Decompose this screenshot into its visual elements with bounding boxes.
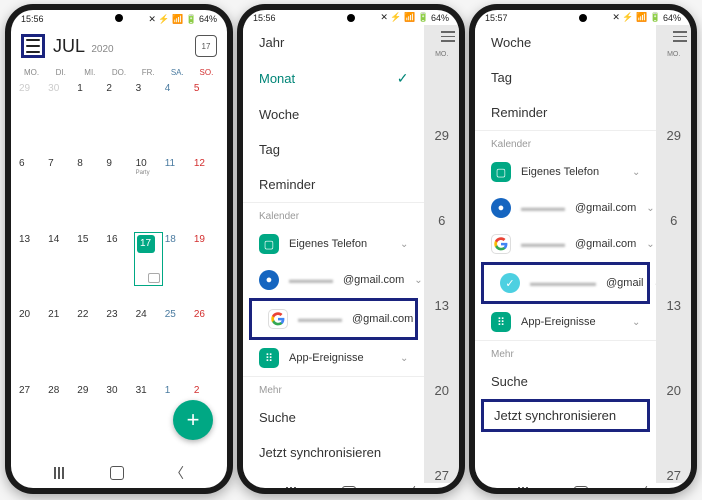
today-button[interactable]: 17	[195, 35, 217, 57]
camera-dot	[347, 14, 355, 22]
menu-icon[interactable]	[441, 31, 455, 42]
phone-drawer-1: 15:56✕ ⚡ 📶 🔋64% Jahr Monat✓ Woche Tag Re…	[237, 4, 465, 494]
date-column: MO. 296132027	[424, 25, 459, 483]
view-woche[interactable]: Woche	[243, 97, 424, 132]
phone-icon: ▢	[491, 162, 511, 182]
menu-suche[interactable]: Suche	[475, 364, 656, 399]
google-icon	[268, 309, 288, 329]
add-event-button[interactable]: +	[173, 400, 213, 440]
chevron-down-icon: ⌄	[400, 239, 408, 250]
note-icon	[148, 273, 160, 283]
calendar-account-2[interactable]: ▬▬▬▬@gmail.com⌄	[475, 226, 656, 262]
check-icon: ✓	[397, 70, 409, 87]
status-time: 15:56	[21, 14, 44, 24]
menu-button[interactable]	[21, 34, 45, 58]
highlight-gmail: ▬▬▬▬@gmail.com⌄	[249, 298, 418, 340]
menu-sync[interactable]: Jetzt synchronisieren	[243, 435, 424, 470]
calendar-account-1[interactable]: ●▬▬▬▬@gmail.com⌄	[475, 190, 656, 226]
section-mehr: Mehr	[475, 340, 656, 364]
weekday-row: MO.DI.MI.DO.FR.SA.SO.	[11, 64, 227, 81]
nav-back[interactable]: 〈	[170, 463, 184, 483]
check-icon: ✓	[500, 273, 520, 293]
day-cell: 29	[17, 81, 46, 135]
apps-icon: ⠿	[491, 312, 511, 332]
highlight-gmail-2: ✓▬▬▬▬▬▬@gmail⌄	[481, 262, 650, 304]
nav-home[interactable]	[574, 486, 588, 488]
google-icon	[491, 234, 511, 254]
nav-home[interactable]	[342, 486, 356, 488]
status-icons: ✕ ⚡ 📶 🔋64%	[148, 14, 217, 25]
account-icon: ●	[259, 270, 279, 290]
today-cell: 17	[134, 232, 163, 286]
view-jahr[interactable]: Jahr	[243, 25, 424, 60]
menu-icon[interactable]	[673, 31, 687, 42]
nav-bar: 〈	[11, 458, 227, 488]
phone-drawer-2: 15:57✕ ⚡ 📶 🔋64% Woche Tag Reminder Kalen…	[469, 4, 697, 494]
chevron-down-icon: ⌄	[400, 353, 408, 364]
calendar-account-2[interactable]: ▬▬▬▬@gmail.com⌄	[252, 301, 415, 337]
view-reminder[interactable]: Reminder	[475, 95, 656, 130]
calendar-eigenes[interactable]: ▢Eigenes Telefon⌄	[475, 154, 656, 190]
view-reminder[interactable]: Reminder	[243, 167, 424, 202]
highlight-sync: Jetzt synchronisieren	[481, 399, 650, 432]
drawer-panel: Jahr Monat✓ Woche Tag Reminder Kalender …	[243, 25, 424, 483]
view-tag[interactable]: Tag	[243, 132, 424, 167]
section-mehr: Mehr	[243, 376, 424, 400]
calendar-account-1[interactable]: ●▬▬▬▬@gmail.com⌄	[243, 262, 424, 298]
apps-icon: ⠿	[259, 348, 279, 368]
calendar-header: JUL 2020 17	[11, 28, 227, 64]
menu-sync[interactable]: Jetzt synchronisieren	[484, 402, 647, 429]
view-monat[interactable]: Monat✓	[243, 60, 424, 97]
account-icon: ●	[491, 198, 511, 218]
camera-dot	[115, 14, 123, 22]
section-kalender: Kalender	[475, 130, 656, 154]
calendar-app-events[interactable]: ⠿App-Ereignisse⌄	[243, 340, 424, 376]
calendar-account-3[interactable]: ✓▬▬▬▬▬▬@gmail⌄	[484, 265, 647, 301]
nav-recent[interactable]	[286, 487, 296, 488]
date-column: MO. 296132027	[656, 25, 691, 483]
camera-dot	[579, 14, 587, 22]
phone-icon: ▢	[259, 234, 279, 254]
month-title[interactable]: JUL 2020	[53, 36, 114, 57]
drawer-panel: Woche Tag Reminder Kalender ▢Eigenes Tel…	[475, 25, 656, 483]
section-kalender: Kalender	[243, 202, 424, 226]
nav-recent[interactable]	[54, 467, 64, 479]
nav-home[interactable]	[110, 466, 124, 480]
view-woche[interactable]: Woche	[475, 25, 656, 60]
view-tag[interactable]: Tag	[475, 60, 656, 95]
phone-calendar: 15:56 ✕ ⚡ 📶 🔋64% JUL 2020 17 MO.DI.MI.DO…	[5, 4, 233, 494]
menu-suche[interactable]: Suche	[243, 400, 424, 435]
calendar-app-events[interactable]: ⠿App-Ereignisse⌄	[475, 304, 656, 340]
chevron-down-icon: ⌄	[414, 275, 422, 286]
calendar-eigenes[interactable]: ▢Eigenes Telefon⌄	[243, 226, 424, 262]
nav-recent[interactable]	[518, 487, 528, 488]
nav-back[interactable]: 〈	[402, 483, 416, 488]
nav-back[interactable]: 〈	[634, 483, 648, 488]
